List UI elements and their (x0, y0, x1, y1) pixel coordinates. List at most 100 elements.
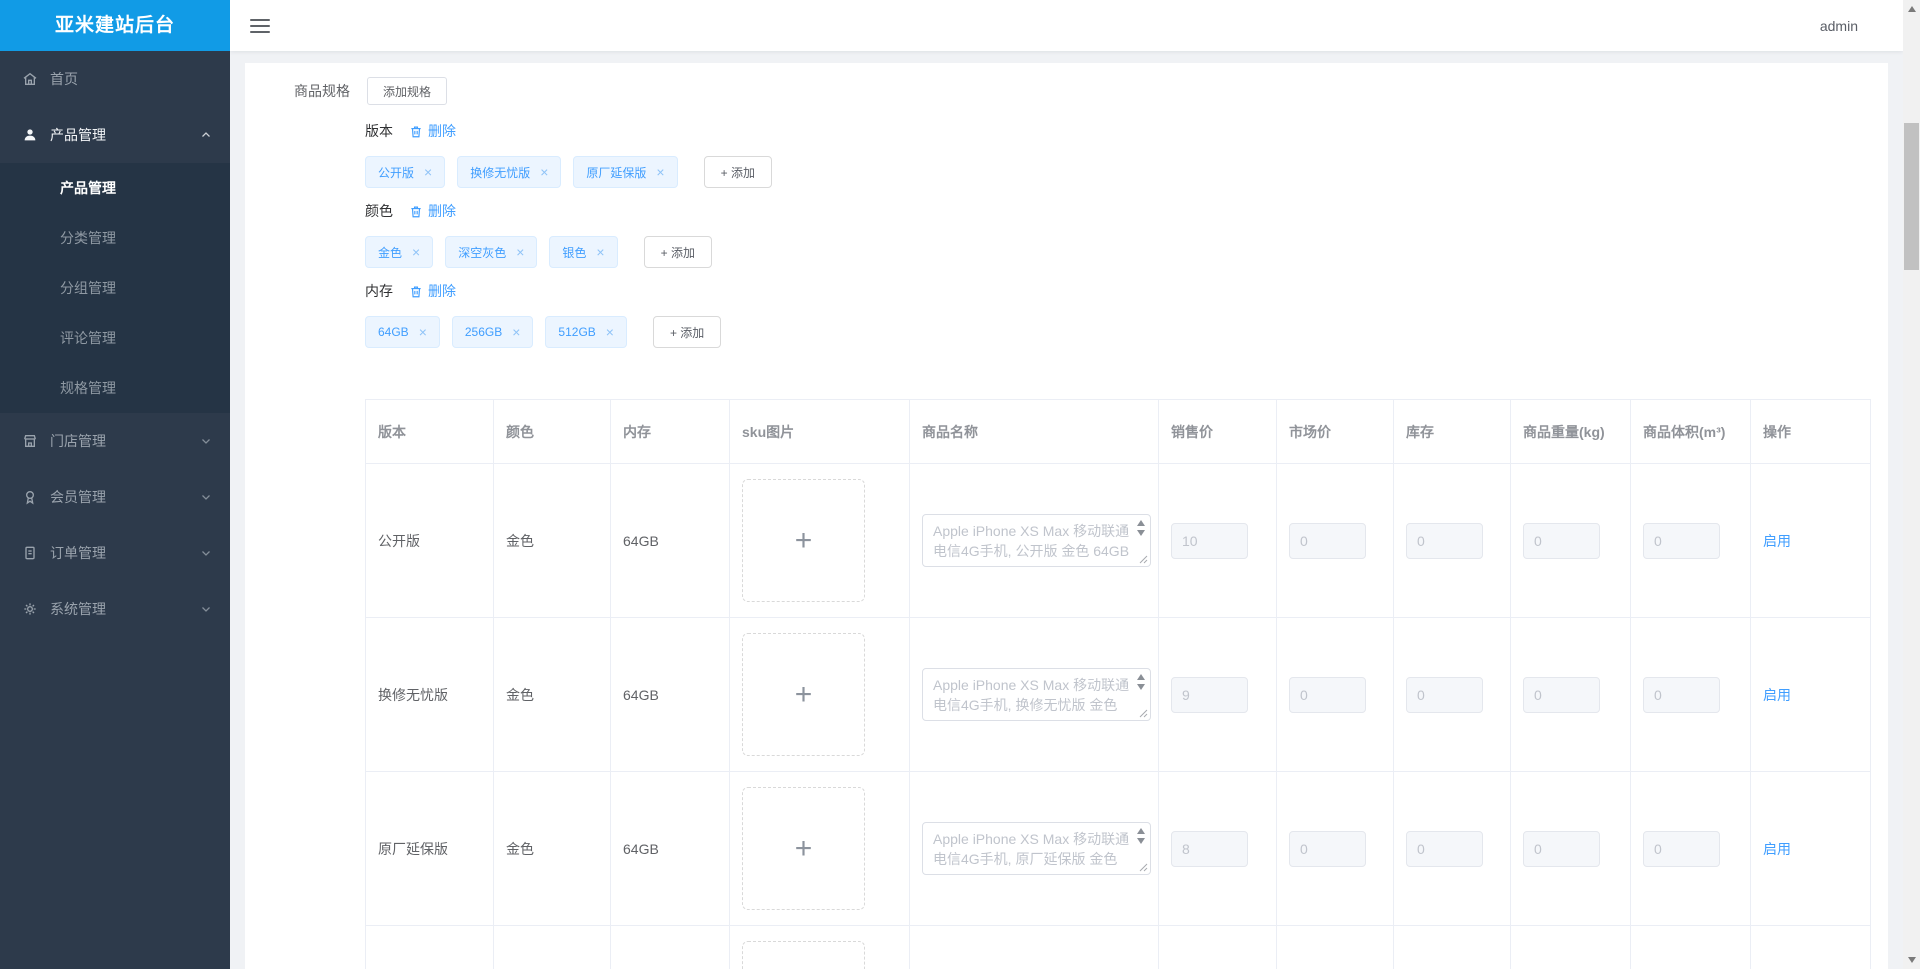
volume-input[interactable] (1643, 830, 1720, 867)
product-name-textarea[interactable] (922, 822, 1151, 875)
sidebar-item-comment-management[interactable]: 评论管理 (0, 313, 230, 363)
table-header-row: 版本 颜色 内存 sku图片 商品名称 销售价 市场价 库存 商品重量(kg) 商品体积(m³) 操… (365, 399, 1871, 464)
version-cell: 换修无忧版 (378, 686, 448, 703)
volume-input[interactable] (1643, 676, 1720, 713)
spec-group-head: 版本 删除 (365, 122, 1888, 140)
market-price-input[interactable] (1289, 676, 1366, 713)
tag-close-icon[interactable]: × (512, 325, 520, 339)
table-row: + (365, 925, 1871, 969)
tag-close-icon[interactable]: × (606, 325, 614, 339)
user-menu[interactable]: admin (1820, 18, 1858, 34)
weight-input[interactable] (1523, 676, 1600, 713)
sale-price-input[interactable] (1171, 522, 1248, 559)
textarea-scrollbar[interactable] (1135, 520, 1147, 536)
spec-tag[interactable]: 512GB × (545, 316, 627, 348)
weight-input[interactable] (1523, 522, 1600, 559)
spec-tag-list: 金色 × 深空灰色 × 银色 × + 添加 (365, 236, 1888, 268)
tag-close-icon[interactable]: × (540, 165, 548, 179)
spec-tag[interactable]: 换修无忧版 × (457, 156, 562, 188)
page-scrollbar[interactable] (1903, 0, 1920, 969)
column-header: 版本 (365, 399, 494, 464)
sku-upload-box[interactable]: + (742, 941, 865, 969)
tag-close-icon[interactable]: × (419, 325, 427, 339)
tag-close-icon[interactable]: × (656, 165, 664, 179)
sidebar-item-label: 系统管理 (50, 601, 106, 617)
product-name-textarea[interactable] (922, 668, 1151, 721)
volume-input[interactable] (1643, 522, 1720, 559)
delete-spec-link[interactable]: 删除 (409, 201, 456, 221)
resize-handle-icon[interactable] (1139, 709, 1148, 718)
sidebar-item-product-management[interactable]: 产品管理 (0, 107, 230, 163)
spec-group-name: 内存 (365, 283, 393, 299)
spec-tag-label: 256GB (464, 325, 503, 339)
sale-price-input[interactable] (1171, 676, 1248, 713)
spec-tag[interactable]: 64GB × (365, 316, 440, 348)
sku-upload-box[interactable]: + (742, 479, 865, 602)
chevron-down-icon (202, 439, 210, 444)
tag-close-icon[interactable]: × (516, 245, 524, 259)
spec-tag[interactable]: 深空灰色 × (445, 236, 538, 268)
menu-toggle-icon[interactable] (250, 18, 270, 33)
enable-link[interactable]: 启用 (1763, 687, 1791, 703)
scroll-down-icon[interactable] (1908, 957, 1916, 963)
weight-input[interactable] (1523, 830, 1600, 867)
version-cell: 原厂延保版 (378, 840, 448, 857)
sidebar-item-group-management[interactable]: 分组管理 (0, 263, 230, 313)
column-header: 商品体积(m³) (1630, 399, 1751, 464)
scrollbar-thumb[interactable] (1904, 123, 1919, 270)
product-name-wrap (922, 668, 1151, 721)
member-icon (26, 491, 34, 505)
sidebar-item-label: 产品管理 (50, 127, 106, 143)
add-tag-button[interactable]: + 添加 (703, 156, 772, 188)
sku-upload-box[interactable]: + (742, 633, 865, 756)
textarea-scrollbar[interactable] (1135, 674, 1147, 690)
app-logo: 亚米建站后台 (0, 0, 230, 51)
spec-tag[interactable]: 公开版 × (365, 156, 446, 188)
add-spec-button[interactable]: 添加规格 (367, 77, 448, 105)
spec-tag[interactable]: 256GB × (451, 316, 534, 348)
sidebar-item-order-management[interactable]: 订单管理 (0, 525, 230, 581)
market-price-input[interactable] (1289, 830, 1366, 867)
stock-input[interactable] (1406, 522, 1483, 559)
sidebar-item-home[interactable]: 首页 (0, 51, 230, 107)
sidebar-item-product-management-sub[interactable]: 产品管理 (0, 163, 230, 213)
sku-upload-box[interactable]: + (742, 787, 865, 910)
chevron-up-icon (202, 132, 210, 137)
sku-table: 版本 颜色 内存 sku图片 商品名称 销售价 市场价 库存 商品重量(kg) 商品体积(m³) 操… (365, 399, 1871, 969)
spec-tag[interactable]: 原厂延保版 × (573, 156, 678, 188)
product-name-textarea[interactable] (922, 514, 1151, 567)
sidebar-item-member-management[interactable]: 会员管理 (0, 469, 230, 525)
add-tag-button[interactable]: + 添加 (652, 316, 722, 348)
sale-price-input[interactable] (1171, 830, 1248, 867)
stock-input[interactable] (1406, 830, 1483, 867)
tag-close-icon[interactable]: × (424, 165, 432, 179)
spec-tag-label: 64GB (378, 325, 409, 339)
enable-link[interactable]: 启用 (1763, 533, 1791, 549)
spec-tag[interactable]: 银色 × (549, 236, 618, 268)
sidebar-item-spec-management[interactable]: 规格管理 (0, 363, 230, 413)
spec-tag[interactable]: 金色 × (365, 236, 434, 268)
tag-close-icon[interactable]: × (596, 245, 604, 259)
scroll-up-icon[interactable] (1908, 6, 1916, 12)
upload-plus-icon: + (794, 677, 813, 711)
trash-icon (411, 126, 421, 137)
enable-link[interactable]: 启用 (1763, 841, 1791, 857)
resize-handle-icon[interactable] (1139, 863, 1148, 872)
spec-tag-label: 换修无忧版 (470, 165, 531, 180)
resize-handle-icon[interactable] (1139, 555, 1148, 564)
column-header: 内存 (610, 399, 730, 464)
upload-plus-icon: + (794, 523, 813, 557)
product-name-wrap (922, 822, 1151, 875)
tag-close-icon[interactable]: × (412, 245, 420, 259)
sidebar-item-category-management[interactable]: 分类管理 (0, 213, 230, 263)
stock-input[interactable] (1406, 676, 1483, 713)
sidebar-item-label: 会员管理 (50, 489, 106, 505)
sidebar-item-system-management[interactable]: 系统管理 (0, 581, 230, 637)
add-tag-button[interactable]: + 添加 (643, 236, 712, 268)
sidebar-item-store-management[interactable]: 门店管理 (0, 413, 230, 469)
market-price-input[interactable] (1289, 522, 1366, 559)
delete-spec-link[interactable]: 删除 (409, 121, 456, 141)
delete-label: 删除 (428, 283, 456, 299)
delete-spec-link[interactable]: 删除 (409, 281, 456, 301)
textarea-scrollbar[interactable] (1135, 828, 1147, 844)
